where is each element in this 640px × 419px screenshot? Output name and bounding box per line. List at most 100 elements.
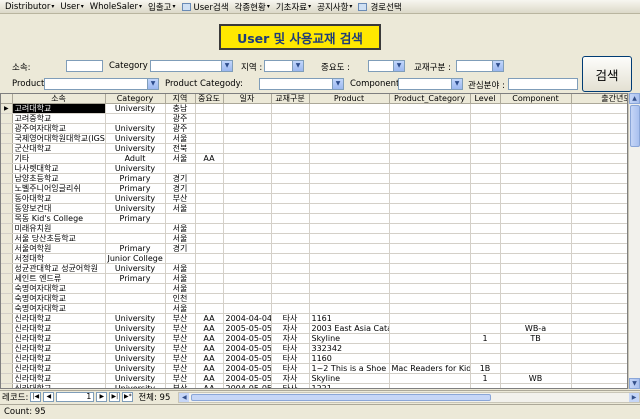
table-cell[interactable]: Adult	[105, 153, 166, 165]
table-cell[interactable]	[389, 213, 471, 225]
table-cell[interactable]	[271, 133, 310, 145]
table-cell[interactable]: Mac Readers for Kids	[389, 363, 471, 375]
table-cell[interactable]: 동아대학교	[12, 193, 106, 205]
table-cell[interactable]	[500, 223, 572, 235]
table-cell[interactable]	[571, 323, 627, 335]
table-row[interactable]: 노벨주니어잉글리쉬 Primary 경기	[1, 183, 627, 195]
row-selector[interactable]	[1, 173, 13, 185]
menu-item[interactable]: 경로선택	[355, 1, 404, 13]
table-cell[interactable]	[571, 153, 627, 165]
table-cell[interactable]	[500, 163, 572, 175]
table-cell[interactable]: 1160	[309, 353, 390, 365]
menu-item[interactable]: 입출고 ▾	[145, 1, 178, 13]
table-cell[interactable]	[223, 203, 272, 215]
table-cell[interactable]	[470, 273, 501, 285]
importance-select[interactable]: ▼	[368, 60, 405, 72]
table-cell[interactable]	[223, 213, 272, 225]
table-cell[interactable]	[470, 313, 501, 325]
table-cell[interactable]	[309, 243, 390, 255]
table-cell[interactable]	[223, 143, 272, 155]
table-cell[interactable]: 광주여자대학교	[12, 123, 106, 135]
table-cell[interactable]	[500, 173, 572, 185]
table-cell[interactable]	[165, 213, 196, 225]
table-cell[interactable]	[195, 263, 224, 275]
column-header[interactable]: Product	[309, 94, 390, 105]
table-cell[interactable]	[105, 303, 166, 315]
table-cell[interactable]	[195, 253, 224, 265]
table-cell[interactable]: 부산	[165, 343, 196, 355]
table-cell[interactable]	[500, 213, 572, 225]
table-cell[interactable]	[389, 293, 471, 305]
table-cell[interactable]	[500, 193, 572, 205]
table-cell[interactable]	[500, 363, 572, 375]
table-cell[interactable]: 숙명여자대학교	[12, 293, 106, 305]
table-cell[interactable]	[195, 213, 224, 225]
table-cell[interactable]: 광주	[165, 123, 196, 135]
table-cell[interactable]	[389, 323, 471, 335]
column-header[interactable]: 일자	[223, 94, 272, 105]
row-selector[interactable]	[1, 143, 13, 155]
table-cell[interactable]	[223, 113, 272, 125]
column-header[interactable]: 소속	[12, 94, 106, 105]
table-cell[interactable]	[223, 183, 272, 195]
table-cell[interactable]: University	[105, 343, 166, 355]
table-cell[interactable]	[223, 103, 272, 115]
table-cell[interactable]	[470, 153, 501, 165]
table-cell[interactable]	[571, 333, 627, 345]
table-cell[interactable]	[309, 293, 390, 305]
table-cell[interactable]	[223, 273, 272, 285]
scroll-thumb-horizontal[interactable]	[191, 393, 492, 401]
table-cell[interactable]	[389, 113, 471, 125]
region-select[interactable]: ▼	[264, 60, 304, 72]
table-cell[interactable]: AA	[195, 363, 224, 375]
table-row[interactable]: 국제영어대학원대학교(IGS University 서울	[1, 133, 627, 145]
table-cell[interactable]	[105, 233, 166, 245]
table-cell[interactable]	[271, 213, 310, 225]
table-cell[interactable]	[105, 283, 166, 295]
table-cell[interactable]: University	[105, 323, 166, 335]
table-cell[interactable]: University	[105, 313, 166, 325]
table-cell[interactable]	[195, 223, 224, 235]
table-cell[interactable]	[571, 173, 627, 185]
current-row-icon[interactable]: ▶	[1, 103, 13, 115]
row-selector[interactable]	[1, 243, 13, 255]
menu-item[interactable]: 공지사항 ▾	[314, 1, 355, 13]
new-record-icon[interactable]: ▶*	[122, 392, 134, 402]
table-cell[interactable]	[571, 123, 627, 135]
table-cell[interactable]	[105, 223, 166, 235]
table-cell[interactable]	[500, 113, 572, 125]
table-cell[interactable]	[271, 153, 310, 165]
table-cell[interactable]	[571, 203, 627, 215]
search-button[interactable]: 검색	[582, 56, 632, 92]
row-selector[interactable]	[1, 353, 13, 365]
table-row[interactable]: 서울 당산초등학교 서울	[1, 233, 627, 245]
table-cell[interactable]	[389, 203, 471, 215]
table-cell[interactable]	[500, 383, 572, 388]
record-position[interactable]: 1	[56, 392, 95, 402]
table-cell[interactable]	[500, 303, 572, 315]
chevron-down-icon[interactable]: ▼	[221, 61, 232, 71]
table-cell[interactable]	[470, 263, 501, 275]
table-cell[interactable]	[571, 293, 627, 305]
table-cell[interactable]	[195, 143, 224, 155]
results-grid[interactable]: 소속 Category 지역 중요도 일자 교재구분 Product Product_Cate…	[0, 93, 628, 389]
table-cell[interactable]: 1B	[470, 363, 501, 375]
table-cell[interactable]: 신라대학교	[12, 313, 106, 325]
column-header[interactable]: Component	[500, 94, 572, 105]
table-row[interactable]: 신라대학교 University 부산 AA 2004-05-05 타사 1221	[1, 383, 627, 388]
table-cell[interactable]	[195, 103, 224, 115]
table-cell[interactable]	[195, 113, 224, 125]
table-row[interactable]: 서정대학 Junior College	[1, 253, 627, 265]
table-row[interactable]: 신라대학교 University 부산 AA 2004-05-05 타사 1160	[1, 353, 627, 365]
row-selector[interactable]	[1, 213, 13, 225]
table-cell[interactable]	[389, 153, 471, 165]
row-selector[interactable]	[1, 373, 13, 385]
table-cell[interactable]: 기타	[12, 153, 106, 165]
table-cell[interactable]: 2003 East Asia Catalo	[309, 323, 390, 335]
table-cell[interactable]	[389, 273, 471, 285]
table-cell[interactable]	[500, 243, 572, 255]
table-cell[interactable]: 동양보건대	[12, 203, 106, 215]
table-cell[interactable]	[309, 173, 390, 185]
table-cell[interactable]: Junior College	[105, 253, 166, 265]
table-cell[interactable]: 부산	[165, 363, 196, 375]
